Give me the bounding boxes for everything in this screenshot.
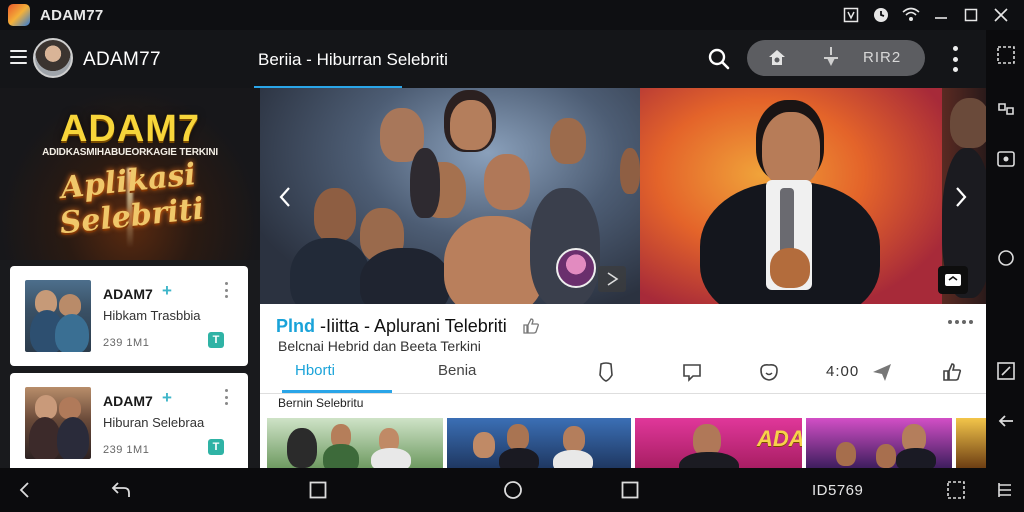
article-info: Plnd -Iiitta - Aplurani Telebriti Belcna…	[260, 304, 986, 468]
article-title-accent: Plnd	[276, 316, 315, 336]
divider	[260, 393, 986, 394]
hero-slide-portrait[interactable]	[640, 88, 942, 304]
wifi-icon[interactable]	[896, 0, 926, 30]
microphone-icon[interactable]	[823, 46, 839, 70]
card-badge-icon[interactable]: T	[208, 439, 224, 455]
hero-mini-avatar[interactable]	[556, 248, 596, 288]
emulator-side-toolbar	[986, 30, 1024, 468]
emoji-reaction-icon[interactable]	[757, 360, 781, 384]
card-thumbnail	[25, 280, 91, 352]
list-item[interactable]: ADAM7 + Hibkam Trasbbia 239 1M1 T	[10, 266, 248, 366]
app-header: ADAM77 Beriia - Hiburran Selebriti RIR2	[0, 30, 986, 89]
like-thumb-icon[interactable]	[522, 318, 540, 334]
maximize-icon[interactable]	[956, 0, 986, 30]
recents-icon[interactable]	[619, 479, 641, 501]
search-icon[interactable]	[706, 46, 732, 72]
tab-hborti[interactable]: Hborti	[295, 362, 335, 379]
emulator-window: ADAM77 ADAM77 Beriia - Hiburran Selebrit…	[0, 0, 1024, 512]
article-title: Plnd -Iiitta - Aplurani Telebriti	[276, 316, 507, 337]
toolbar-pill: RIR2	[747, 40, 925, 76]
promo-banner[interactable]: ADAM7 ADIDKASMIHABUEORKAGIE TERKINI Apli…	[0, 88, 260, 260]
chevron-right-icon[interactable]	[954, 186, 968, 208]
promo-title: ADAM7	[59, 108, 201, 150]
close-icon[interactable]	[986, 0, 1016, 30]
article-title-rest: -Iiitta - Aplurani Telebriti	[315, 316, 507, 336]
home-circle-icon[interactable]	[502, 479, 524, 501]
article-more-icon[interactable]	[948, 320, 973, 324]
bookmark-icon[interactable]	[594, 360, 618, 384]
promo-subtitle: ADIDKASMIHABUEORKAGIE TERKINI	[42, 147, 218, 158]
thumbnail-item[interactable]: ADAM77	[635, 418, 802, 468]
keyboard-mapping-icon[interactable]	[995, 360, 1017, 382]
menu-icon[interactable]	[10, 50, 27, 64]
thumbnail-item[interactable]	[956, 418, 986, 468]
card-more-icon[interactable]	[223, 282, 229, 298]
comment-icon[interactable]	[680, 360, 704, 384]
tab-benia[interactable]: Benia	[438, 362, 476, 379]
card-title: ADAM7	[103, 286, 153, 302]
card-meta: 239 1M1	[103, 337, 150, 349]
app-logo-icon	[8, 4, 30, 26]
undo-back-icon[interactable]	[110, 479, 132, 501]
card-title: ADAM7	[103, 393, 153, 409]
back-icon[interactable]	[14, 479, 36, 501]
bug-report-icon[interactable]	[836, 0, 866, 30]
chevron-left-icon[interactable]	[278, 186, 292, 208]
card-badge-icon[interactable]: T	[208, 332, 224, 348]
thumbnail-item[interactable]	[267, 418, 443, 468]
page-title[interactable]: Beriia - Hiburran Selebriti	[258, 50, 448, 70]
share-icon[interactable]	[938, 266, 968, 294]
window-controls	[836, 0, 1016, 30]
article-subtitle: Belcnai Hebrid dan Beeta Terkini	[278, 338, 481, 354]
left-panel: ADAM7 ADIDKASMIHABUEORKAGIE TERKINI Apli…	[0, 88, 260, 473]
window-title-bar: ADAM77	[0, 0, 1024, 30]
thumbnail-logo: ADAM77	[757, 426, 802, 451]
pill-label[interactable]: RIR2	[863, 49, 901, 66]
minimize-icon[interactable]	[926, 0, 956, 30]
screen-record-icon[interactable]	[995, 148, 1017, 170]
home-icon[interactable]	[767, 48, 787, 68]
hero-carousel[interactable]	[260, 88, 986, 304]
fullscreen-icon[interactable]	[945, 479, 967, 501]
thumbnail-item[interactable]	[447, 418, 631, 468]
sidebar-toggle-icon[interactable]	[995, 479, 1017, 501]
shake-icon[interactable]	[995, 98, 1017, 120]
brand-name: ADAM77	[83, 49, 161, 70]
back-arrow-icon[interactable]	[995, 410, 1017, 432]
nav-counter: ID5769	[812, 482, 864, 499]
record-icon[interactable]	[866, 0, 896, 30]
card-subtitle: Hiburan Selebraa	[103, 415, 205, 430]
follow-plus-icon[interactable]: +	[162, 388, 172, 408]
thumbs-up-icon[interactable]	[940, 360, 964, 384]
follow-plus-icon[interactable]: +	[162, 281, 172, 301]
more-options-icon[interactable]	[950, 46, 960, 72]
duration-label: 4:00	[826, 363, 860, 380]
card-subtitle: Hibkam Trasbbia	[103, 308, 201, 323]
rotate-icon[interactable]	[995, 247, 1017, 269]
promo-script-logo: Aplikasi Selebriti	[58, 157, 206, 242]
window-title: ADAM77	[40, 6, 104, 24]
square-icon[interactable]	[307, 479, 329, 501]
card-meta: 239 1M1	[103, 444, 150, 456]
screenshot-region-icon[interactable]	[995, 44, 1017, 66]
list-item[interactable]: ADAM7 + Hiburan Selebraa 239 1M1 T	[10, 373, 248, 473]
section-label: Bernin Selebritu	[278, 396, 364, 410]
send-icon[interactable]	[870, 360, 894, 384]
card-more-icon[interactable]	[223, 389, 229, 405]
android-nav-bar: ID5769	[0, 468, 1024, 512]
card-thumbnail	[25, 387, 91, 459]
play-icon[interactable]	[598, 266, 626, 292]
avatar[interactable]	[33, 38, 73, 78]
thumbnail-item[interactable]	[806, 418, 952, 468]
